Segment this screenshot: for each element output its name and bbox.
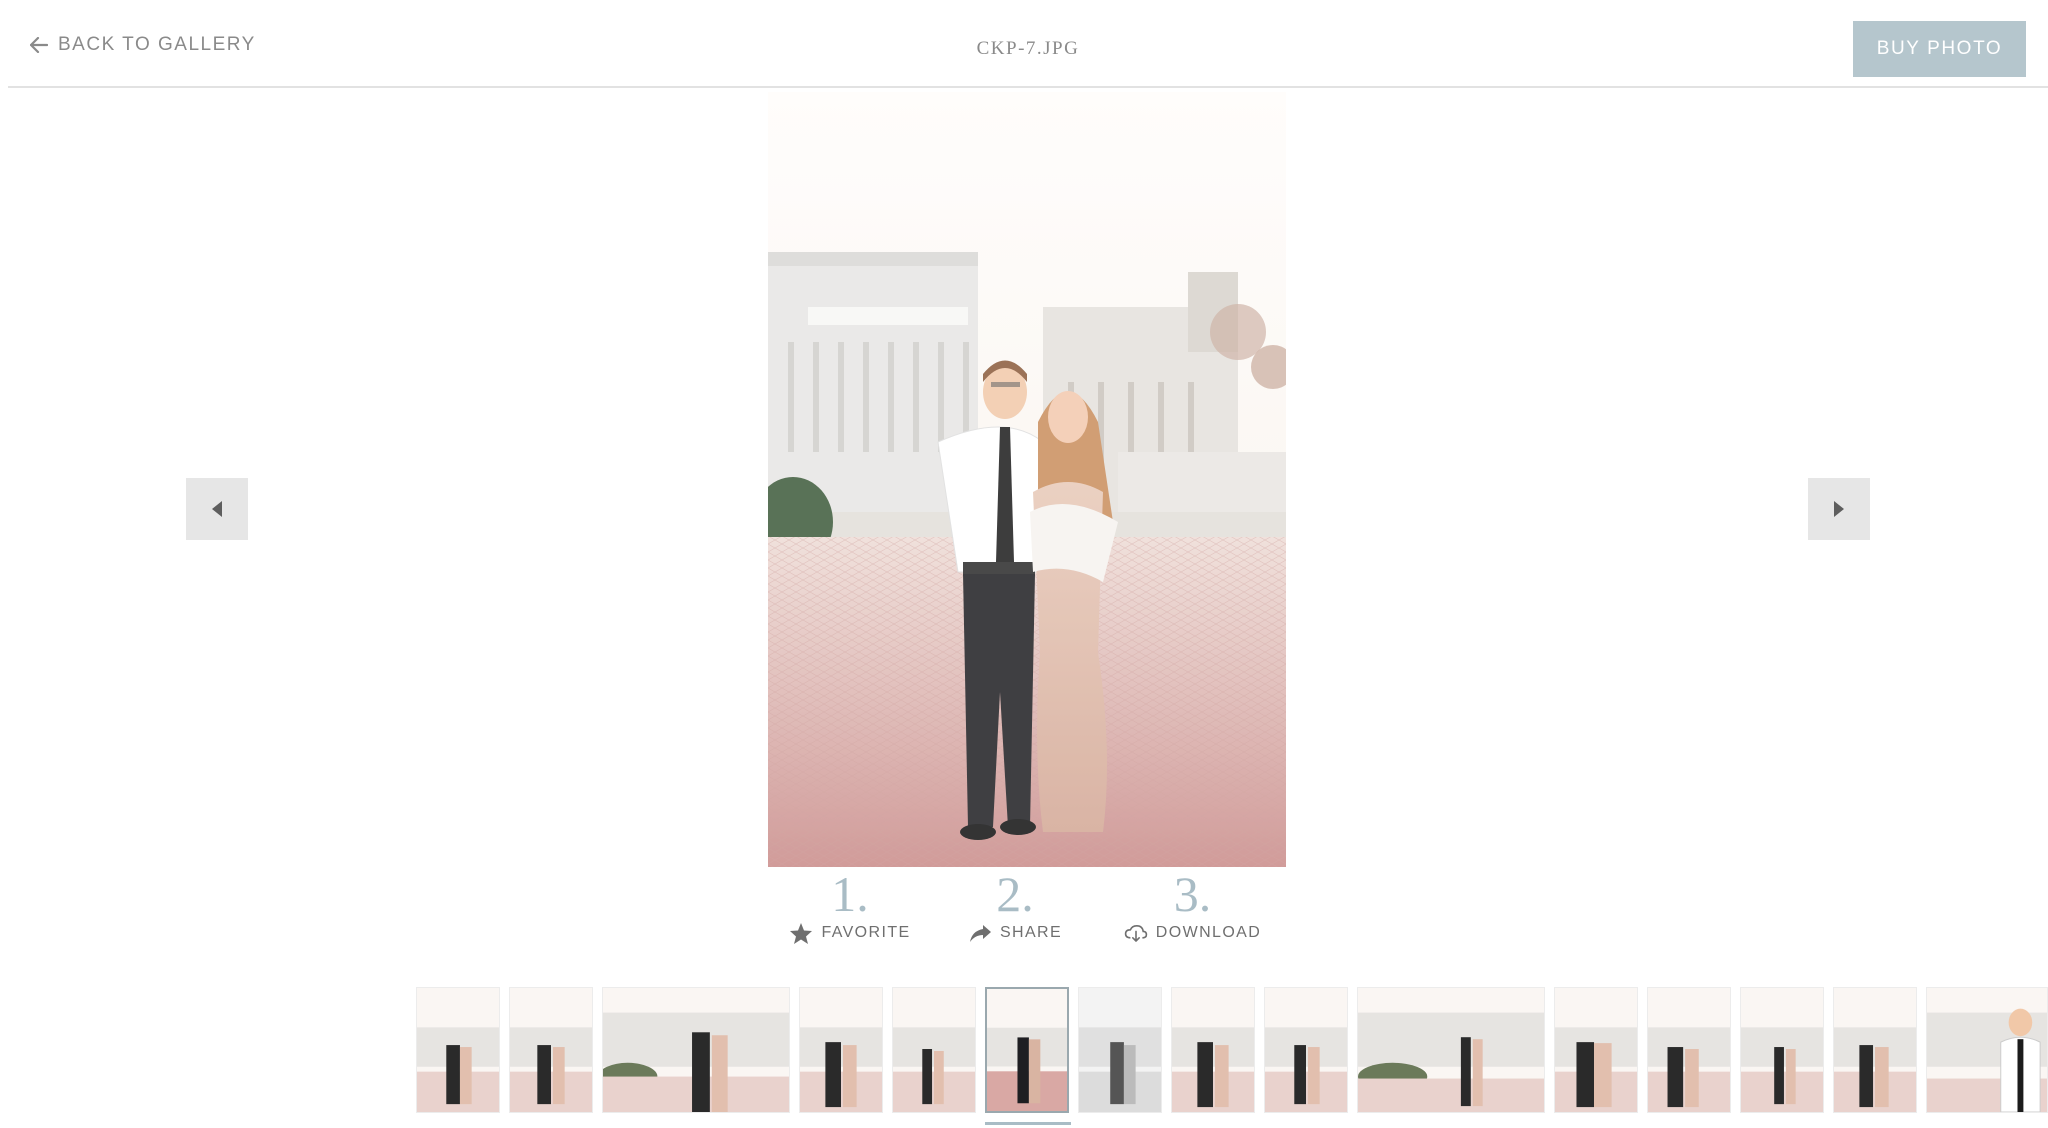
thumbnail[interactable] <box>1171 987 1255 1113</box>
star-icon <box>790 923 813 944</box>
thumbnail[interactable] <box>1833 987 1917 1113</box>
photo-actions: 1. FAVORITE 2. SHARE 3. DOWNLOAD <box>790 868 1270 948</box>
download-action[interactable]: 3. DOWNLOAD <box>1120 868 1265 944</box>
thumbnail[interactable] <box>1554 987 1638 1113</box>
step-number-1: 1. <box>831 866 869 922</box>
step-number-3: 3. <box>1173 866 1212 922</box>
thumbnail[interactable] <box>892 987 976 1113</box>
thumbnail[interactable] <box>1357 987 1545 1113</box>
share-label: SHARE <box>999 924 1063 941</box>
thumbnail[interactable] <box>1264 987 1348 1113</box>
thumbnail-filmstrip <box>416 987 2048 1113</box>
caret-right-icon <box>1834 501 1844 517</box>
top-bar: BACK TO GALLERY CKP-7.JPG BUY PHOTO <box>8 0 2048 88</box>
thumbnail[interactable] <box>602 987 790 1113</box>
cloud-download-icon <box>1124 924 1147 942</box>
thumbnail-active[interactable] <box>985 987 1069 1113</box>
thumbnail[interactable] <box>1926 987 2048 1113</box>
thumbnail[interactable] <box>416 987 500 1113</box>
active-thumbnail-indicator <box>985 1122 1071 1125</box>
couple-photo-image <box>768 92 1286 867</box>
buy-photo-button[interactable]: BUY PHOTO <box>1853 21 2026 77</box>
share-arrow-icon <box>969 925 991 942</box>
previous-photo-button[interactable] <box>186 478 248 540</box>
thumbnail[interactable] <box>509 987 593 1113</box>
step-number-2: 2. <box>996 866 1034 922</box>
caret-left-icon <box>212 501 222 517</box>
thumbnail[interactable] <box>1647 987 1731 1113</box>
main-photo <box>768 92 1286 867</box>
thumbnail[interactable] <box>1078 987 1162 1113</box>
share-action[interactable]: 2. SHARE <box>965 868 1065 944</box>
thumbnail[interactable] <box>1740 987 1824 1113</box>
photo-filename: CKP-7.JPG <box>976 38 1080 59</box>
favorite-action[interactable]: 1. FAVORITE <box>790 868 910 944</box>
thumbnail[interactable] <box>799 987 883 1113</box>
favorite-label: FAVORITE <box>821 924 911 941</box>
next-photo-button[interactable] <box>1808 478 1870 540</box>
download-label: DOWNLOAD <box>1155 924 1262 941</box>
